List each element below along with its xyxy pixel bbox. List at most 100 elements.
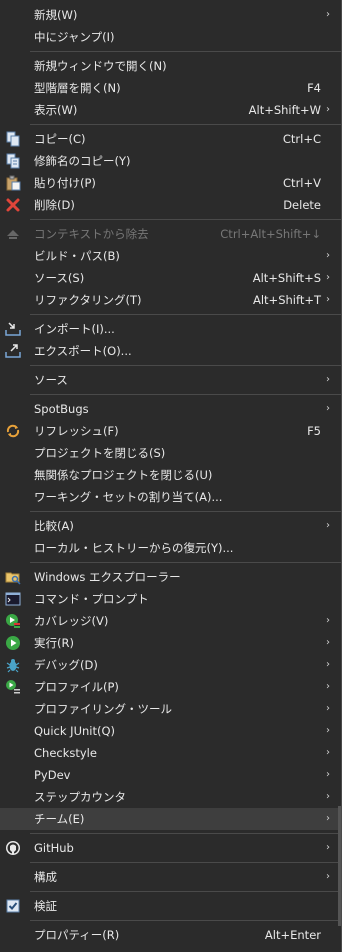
submenu-arrow-icon: ›: [326, 520, 330, 531]
menu-item-run[interactable]: 実行(R) ›: [0, 632, 341, 654]
submenu-arrow-icon: ›: [326, 637, 330, 648]
menu-item-label: 貼り付け(P): [34, 176, 96, 190]
import-icon: [5, 321, 21, 337]
submenu-arrow-icon: ›: [326, 250, 330, 261]
menu-item-shortcut: Alt+Shift+T: [252, 293, 321, 307]
menu-item-source-s[interactable]: ソース(S) Alt+Shift+S ›: [0, 267, 341, 289]
refresh-icon: [5, 423, 21, 439]
submenu-arrow-icon: ›: [326, 294, 330, 305]
menu-item-step-counter[interactable]: ステップカウンタ ›: [0, 786, 341, 808]
menu-item-label: エクスポート(O)...: [34, 344, 132, 358]
menu-separator: [30, 511, 341, 512]
submenu-arrow-icon: ›: [326, 871, 330, 882]
menu-item-label: プロジェクトを閉じる(S): [34, 446, 166, 460]
menu-item-label: 無関係なプロジェクトを閉じる(U): [34, 468, 213, 482]
menu-item-label: SpotBugs: [34, 402, 89, 416]
menu-item-shortcut: Alt+Shift+W: [248, 103, 321, 117]
profile-icon: [5, 679, 21, 695]
menu-item-delete[interactable]: 削除(D) Delete: [0, 194, 341, 216]
menu-item-paste[interactable]: 貼り付け(P) Ctrl+V: [0, 172, 341, 194]
menu-separator: [30, 833, 341, 834]
menu-separator: [30, 314, 341, 315]
submenu-arrow-icon: ›: [326, 9, 330, 20]
menu-item-debug[interactable]: デバッグ(D) ›: [0, 654, 341, 676]
menu-item-import[interactable]: インポート(I)...: [0, 318, 341, 340]
menu-item-coverage[interactable]: カバレッジ(V) ›: [0, 610, 341, 632]
menu-separator: [30, 862, 341, 863]
menu-item-team[interactable]: チーム(E) ›: [0, 808, 341, 830]
checkbox-checked-icon: [5, 898, 21, 914]
menu-item-github[interactable]: GitHub ›: [0, 837, 341, 859]
menu-item-shortcut: Ctrl+C: [282, 132, 321, 146]
menu-item-refactoring[interactable]: リファクタリング(T) Alt+Shift+T ›: [0, 289, 341, 311]
menu-item-shortcut: F5: [307, 424, 321, 438]
menu-item-shortcut: F4: [307, 81, 321, 95]
menu-item-configure[interactable]: 構成 ›: [0, 866, 341, 888]
menu-item-open-new-window[interactable]: 新規ウィンドウで開く(N): [0, 55, 341, 77]
menu-item-shortcut: Ctrl+V: [283, 176, 321, 190]
menu-item-open-type-hierarchy[interactable]: 型階層を開く(N) F4: [0, 77, 341, 99]
submenu-arrow-icon: ›: [326, 813, 330, 824]
menu-item-label: プロファイリング・ツール: [34, 702, 172, 716]
menu-item-spotbugs[interactable]: SpotBugs ›: [0, 398, 341, 420]
menu-item-restore-local-history[interactable]: ローカル・ヒストリーからの復元(Y)...: [0, 537, 341, 559]
menu-item-pydev[interactable]: PyDev ›: [0, 764, 341, 786]
menu-item-compare[interactable]: 比較(A) ›: [0, 515, 341, 537]
menu-item-shortcut: Delete: [283, 198, 321, 212]
menu-item-label: 構成: [34, 870, 57, 884]
menu-item-label: 実行(R): [34, 636, 74, 650]
menu-item-properties[interactable]: プロパティー(R) Alt+Enter: [0, 924, 341, 946]
menu-item-close-project[interactable]: プロジェクトを閉じる(S): [0, 442, 341, 464]
menu-item-close-unrelated-projects[interactable]: 無関係なプロジェクトを閉じる(U): [0, 464, 341, 486]
menu-item-label: 型階層を開く(N): [34, 81, 121, 95]
menu-separator: [30, 394, 341, 395]
menu-item-assign-working-sets[interactable]: ワーキング・セットの割り当て(A)...: [0, 486, 341, 508]
menu-item-checkstyle[interactable]: Checkstyle ›: [0, 742, 341, 764]
remove-from-context-icon: [5, 226, 21, 242]
menu-item-profile[interactable]: プロファイル(P) ›: [0, 676, 341, 698]
menu-item-show-in[interactable]: 表示(W) Alt+Shift+W ›: [0, 99, 341, 121]
submenu-arrow-icon: ›: [326, 769, 330, 780]
menu-item-remove-from-context: コンテキストから除去 Ctrl+Alt+Shift+↓: [0, 223, 341, 245]
submenu-arrow-icon: ›: [326, 703, 330, 714]
menu-item-shortcut: Alt+Enter: [264, 928, 321, 942]
menu-item-label: Windows エクスプローラー: [34, 570, 181, 584]
menu-item-copy[interactable]: コピー(C) Ctrl+C: [0, 128, 341, 150]
menu-item-new[interactable]: 新規(W) ›: [0, 4, 341, 26]
menu-item-label: コピー(C): [34, 132, 86, 146]
menu-item-go-into[interactable]: 中にジャンプ(I): [0, 26, 341, 48]
menu-separator: [30, 365, 341, 366]
submenu-arrow-icon: ›: [326, 681, 330, 692]
menu-item-label: プロファイル(P): [34, 680, 119, 694]
menu-item-label: リファクタリング(T): [34, 293, 142, 307]
menu-item-label: 表示(W): [34, 103, 78, 117]
menu-item-quick-junit[interactable]: Quick JUnit(Q) ›: [0, 720, 341, 742]
menu-item-label: ソース: [34, 373, 68, 387]
menu-item-source[interactable]: ソース ›: [0, 369, 341, 391]
submenu-arrow-icon: ›: [326, 842, 330, 853]
menu-item-windows-explorer[interactable]: Windows エクスプローラー: [0, 566, 341, 588]
menu-item-export[interactable]: エクスポート(O)...: [0, 340, 341, 362]
menu-item-label: ワーキング・セットの割り当て(A)...: [34, 490, 223, 504]
menu-item-copy-qualified-name[interactable]: 修飾名のコピー(Y): [0, 150, 341, 172]
menu-item-label: インポート(I)...: [34, 322, 115, 336]
delete-icon: [5, 197, 21, 213]
submenu-arrow-icon: ›: [326, 403, 330, 414]
menu-item-label: ローカル・ヒストリーからの復元(Y)...: [34, 541, 234, 555]
menu-item-command-prompt[interactable]: コマンド・プロンプト: [0, 588, 341, 610]
menu-separator: [30, 219, 341, 220]
project-context-menu: 新規(W) › 中にジャンプ(I) 新規ウィンドウで開く(N) 型階層を開く(N…: [0, 0, 342, 952]
menu-separator: [30, 891, 341, 892]
menu-item-label: Checkstyle: [34, 746, 97, 760]
submenu-arrow-icon: ›: [326, 725, 330, 736]
submenu-arrow-icon: ›: [326, 659, 330, 670]
menu-item-label: プロパティー(R): [34, 928, 120, 942]
menu-item-profiling-tools[interactable]: プロファイリング・ツール ›: [0, 698, 341, 720]
menu-item-validate[interactable]: 検証: [0, 895, 341, 917]
menu-item-label: コンテキストから除去: [34, 227, 149, 241]
menu-item-refresh[interactable]: リフレッシュ(F) F5: [0, 420, 341, 442]
menu-item-label: 修飾名のコピー(Y): [34, 154, 131, 168]
menu-separator: [30, 124, 341, 125]
menu-item-build-path[interactable]: ビルド・パス(B) ›: [0, 245, 341, 267]
menu-item-label: カバレッジ(V): [34, 614, 109, 628]
